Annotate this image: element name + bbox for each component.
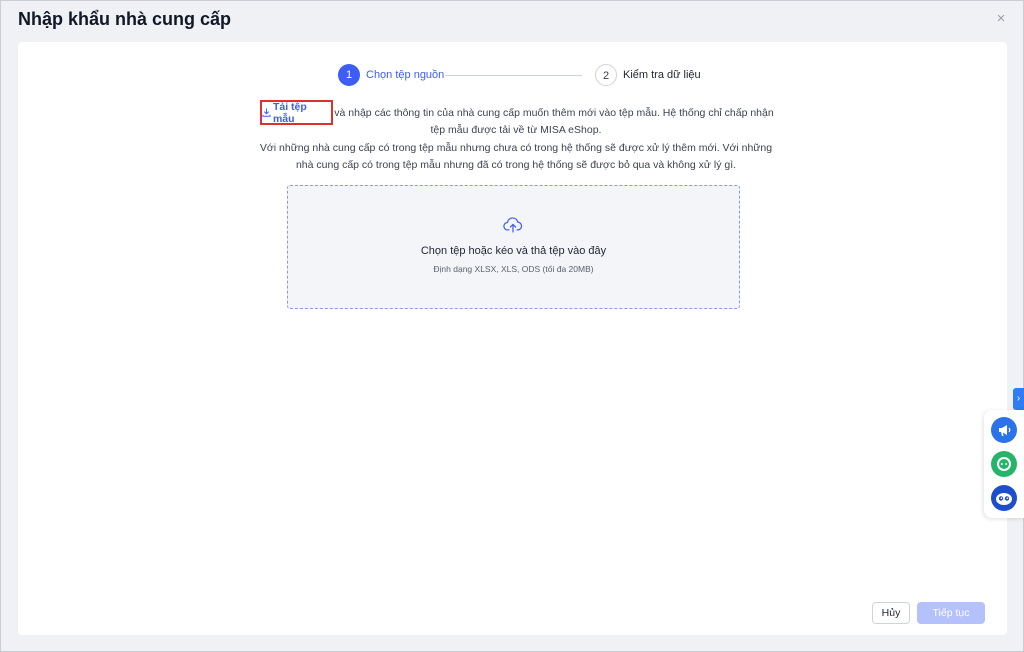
step-choose-source[interactable]: 1 Chọn tệp nguồn [338, 64, 444, 86]
step-label: Chọn tệp nguồn [366, 69, 445, 81]
download-template-label: Tải tệp mẫu [272, 100, 307, 125]
step-number: 1 [338, 64, 360, 86]
continue-button[interactable]: Tiếp tục [917, 602, 985, 624]
download-icon [262, 108, 271, 117]
step-number: 2 [595, 64, 617, 86]
megaphone-icon [999, 425, 1011, 436]
announcement-button[interactable] [991, 417, 1017, 443]
download-template-link[interactable]: Tải tệp mẫu [260, 100, 333, 125]
import-note: Với những nhà cung cấp có trong tệp mẫu … [259, 142, 773, 171]
import-panel: 1 Chọn tệp nguồn 2 Kiểm tra dữ liệu và n… [18, 42, 1007, 635]
dropzone-subtitle: Định dạng XLSX, XLS, ODS (tối đa 20MB) [433, 264, 594, 274]
close-icon[interactable]: × [993, 11, 1009, 27]
dialog-title: Nhập khẩu nhà cung cấp [18, 9, 232, 29]
file-dropzone[interactable]: Chọn tệp hoặc kéo và thả tệp vào đây Địn… [287, 185, 740, 309]
step-label: Kiểm tra dữ liệu [623, 69, 701, 81]
assistant-button[interactable] [991, 485, 1017, 511]
chat-button[interactable] [991, 451, 1017, 477]
cancel-button[interactable]: Hủy [872, 602, 910, 624]
intro-text: và nhập các thông tin của nhà cung cấp m… [256, 105, 776, 139]
side-widget-panel [984, 410, 1024, 518]
step-check-data[interactable]: 2 Kiểm tra dữ liệu [595, 64, 701, 86]
chat-icon [997, 457, 1011, 471]
stepper-divider [445, 75, 582, 76]
dialog-window: Nhập khẩu nhà cung cấp × 1 Chọn tệp nguồ… [0, 0, 1024, 652]
mascot-icon [996, 493, 1012, 505]
dropzone-title: Chọn tệp hoặc kéo và thả tệp vào đây [420, 245, 607, 257]
side-panel-toggle[interactable]: › [1013, 388, 1024, 410]
cloud-upload-icon [503, 217, 523, 233]
intro-description: và nhập các thông tin của nhà cung cấp m… [334, 107, 774, 136]
